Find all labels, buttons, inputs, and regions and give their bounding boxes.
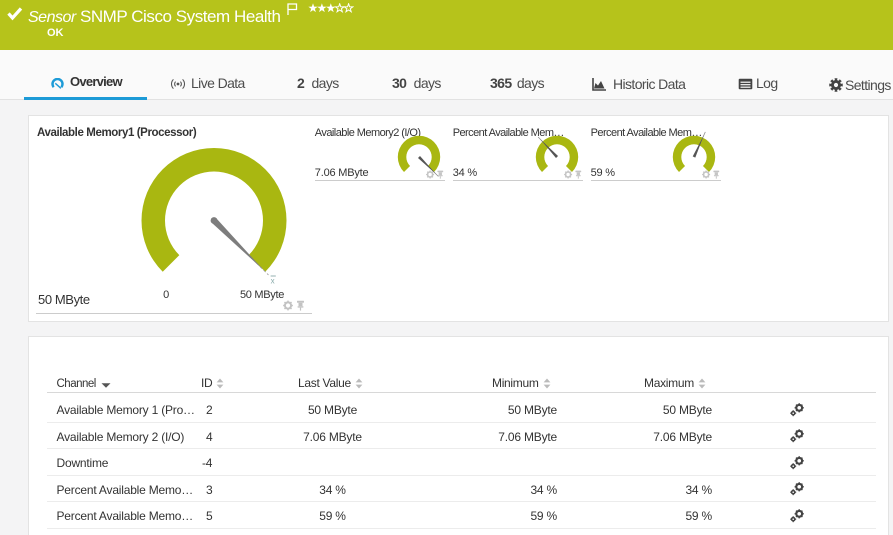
svg-text:x: x: [271, 277, 275, 286]
